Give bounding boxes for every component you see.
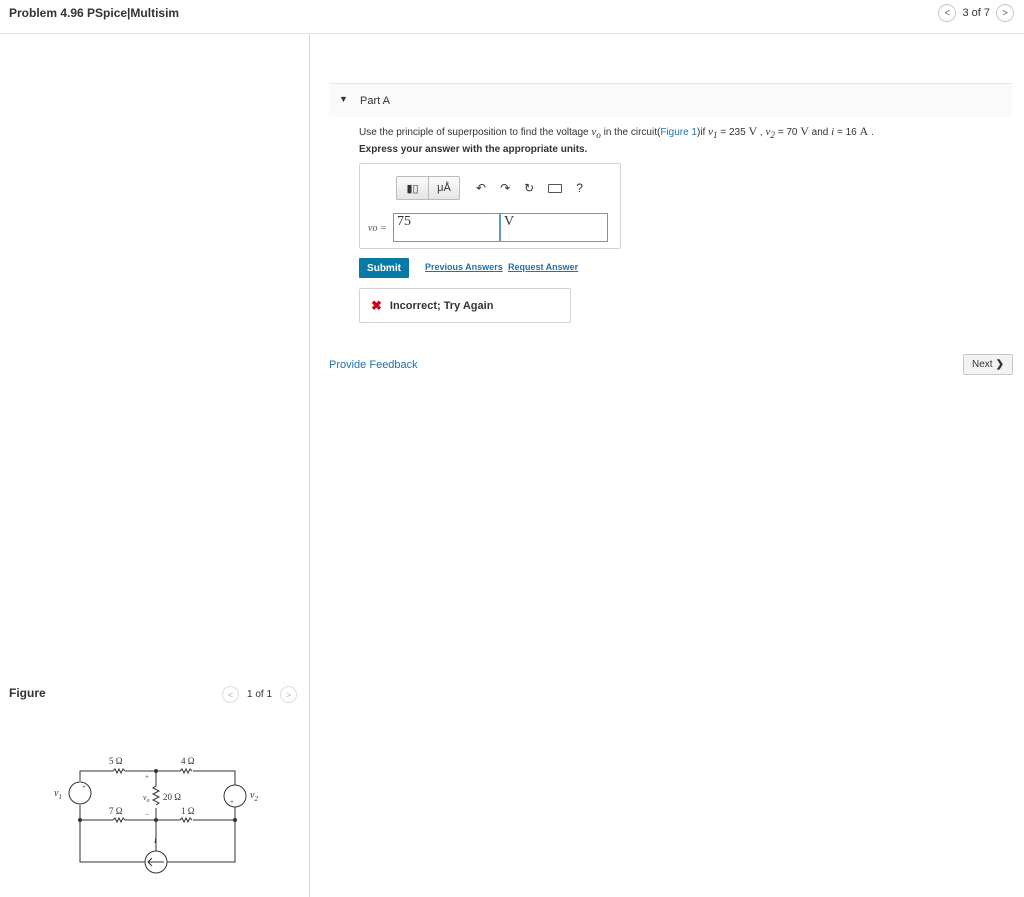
vo-label: vo [143, 793, 150, 804]
previous-problem-button[interactable]: < [938, 4, 957, 22]
problem-title: Problem 4.96 PSpice|Multisim [9, 6, 180, 20]
resistor-20-ohm-label: 20 Ω [163, 792, 181, 802]
v2-variable: v2 [765, 126, 775, 141]
chevron-left-icon: < [944, 7, 951, 19]
keyboard-icon[interactable] [548, 183, 563, 193]
submit-button[interactable]: Submit [359, 258, 409, 278]
help-icon[interactable]: ? [576, 181, 583, 195]
answer-box: ▮▯ μÅ ↶ ↷ ↻ ? vo = 75 V [359, 163, 621, 249]
v1-plus-label: + [82, 783, 86, 791]
v1-source-label: v1 [54, 788, 62, 801]
chevron-right-icon: ❯ [995, 359, 1004, 370]
units-icon[interactable]: μÅ [427, 177, 459, 199]
figure-heading: Figure [9, 686, 46, 700]
next-button[interactable]: Next ❯ [963, 354, 1013, 375]
question-text-segment: and [808, 127, 832, 138]
figure-pager-text: 1 of 1 [247, 689, 273, 700]
templates-icon[interactable]: ▮▯ [397, 177, 428, 199]
unit-volt: V [748, 124, 758, 138]
panel-divider[interactable] [309, 34, 310, 897]
chevron-left-icon: < [227, 689, 234, 700]
problem-pager-text: 3 of 7 [962, 7, 990, 19]
next-problem-button[interactable]: > [996, 4, 1014, 22]
i-label: i [154, 835, 157, 846]
resistor-1-ohm-label: 1 Ω [181, 806, 195, 816]
question-text-segment: in the circuit( [600, 127, 661, 138]
resistor-7-ohm-label: 7 Ω [109, 806, 123, 816]
question-text-segment: = 16 [834, 127, 860, 138]
question-text-segment: )if [697, 127, 709, 138]
question-text-segment: = 235 [717, 127, 749, 138]
incorrect-x-icon: ✖ [371, 297, 382, 313]
template-buttons: ▮▯ μÅ [396, 176, 460, 200]
top-bar: Problem 4.96 PSpice|Multisim < 3 of 7 > [0, 0, 1024, 34]
feedback-message: ✖ Incorrect; Try Again [359, 288, 571, 323]
v2-plus-label: + [230, 798, 234, 806]
part-a-header[interactable]: ▼ Part A [329, 83, 1012, 117]
resistor-4-ohm-label: 4 Ω [181, 756, 195, 766]
part-title: Part A [360, 95, 390, 107]
problem-pager: < 3 of 7 > [938, 4, 1014, 22]
math-toolbar: ▮▯ μÅ ↶ ↷ ↻ ? [396, 176, 583, 200]
v1-variable: v1 [708, 126, 718, 141]
vo-minus-label: − [145, 811, 149, 819]
vo-variable: vo [591, 126, 601, 141]
chevron-right-icon: > [285, 689, 292, 700]
chevron-right-icon: > [1002, 7, 1008, 19]
question-text-segment: Use the principle of superposition to fi… [359, 127, 592, 138]
circuit-diagram: 5 Ω 4 Ω 20 Ω 7 Ω 1 Ω v1 v2 vo i + + + − [54, 756, 258, 874]
vo-plus-label: + [145, 773, 149, 781]
question-text: Use the principle of superposition to fi… [359, 124, 874, 140]
figure-pager: < 1 of 1 > [222, 686, 298, 703]
previous-figure-button[interactable]: < [222, 686, 239, 703]
feedback-text: Incorrect; Try Again [389, 299, 494, 312]
answer-value-input[interactable]: 75 [393, 213, 500, 242]
question-text-segment: . [868, 127, 874, 138]
request-answer-link[interactable]: Request Answer [508, 262, 578, 272]
collapse-caret-icon[interactable]: ▼ [339, 94, 348, 104]
redo-icon[interactable]: ↷ [500, 181, 510, 195]
provide-feedback-link[interactable]: Provide Feedback [329, 359, 418, 371]
next-button-label: Next [972, 359, 993, 370]
undo-icon[interactable]: ↶ [476, 181, 486, 195]
resistor-5-ohm-label: 5 Ω [109, 756, 123, 766]
answer-unit-input[interactable]: V [500, 213, 608, 242]
unit-amp: A [859, 124, 869, 138]
previous-answers-link[interactable]: Previous Answers [425, 262, 503, 272]
express-instructions: Express your answer with the appropriate… [359, 144, 588, 155]
reset-icon[interactable]: ↻ [524, 181, 534, 195]
unit-volt: V [800, 124, 809, 138]
next-figure-button[interactable]: > [280, 686, 298, 703]
question-text-segment: = 70 [774, 127, 801, 138]
v2-source-label: v2 [250, 790, 258, 803]
answer-variable-label: vo = [368, 223, 387, 234]
figure-link[interactable]: Figure 1 [660, 127, 697, 138]
